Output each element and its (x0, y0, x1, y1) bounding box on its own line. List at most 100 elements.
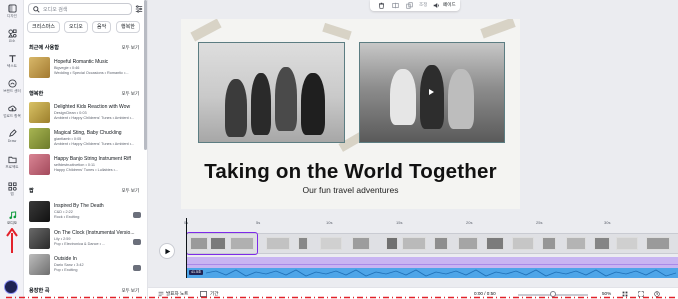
track-tags: Wedding • Special Occasions • Romantic •… (54, 71, 129, 75)
ruler-tick: 15s (396, 220, 403, 225)
rail-item-design[interactable]: 디자인 (0, 4, 24, 19)
audio-search-input[interactable]: 오디오 검색 (28, 3, 132, 15)
section-title-recent: 최근에 사용함 (29, 45, 60, 51)
ruler-tick: 5s (256, 220, 261, 225)
person-silhouette (251, 73, 271, 135)
folder-icon (7, 156, 17, 164)
clip-thumbnail (352, 237, 370, 250)
clip-thumbnail (320, 237, 342, 250)
track-item[interactable]: Magical Sting, Baby Chuckling giantlamb … (29, 128, 147, 150)
track-tags: Ambient • Happy Childrens' Tunes • Ambie… (54, 116, 135, 120)
clip-thumbnail (646, 237, 670, 250)
track-meta: giantlamb • 0:05 (54, 137, 82, 141)
section-title-epic: 용장한 곡 (29, 288, 50, 294)
brand-icon (7, 79, 17, 88)
tape-decoration (480, 19, 516, 39)
rail-item-text[interactable]: 텍스트 (0, 54, 24, 69)
track-meta: Lily • 2:59 (54, 237, 71, 241)
ruler-tick: 25s (536, 220, 543, 225)
clip-thumbnail (542, 237, 556, 250)
rail-item-brand[interactable]: 브랜드 센터 (0, 79, 24, 94)
track-item[interactable]: On The Clock (Instrumental Versio... Lil… (29, 228, 147, 250)
track-item[interactable]: Hopeful Romantic Music Bigvegie • 0:46 W… (29, 57, 147, 79)
see-all-recent[interactable]: 모두 보기 (122, 45, 139, 51)
track-title: Magical Sting, Baby Chuckling (54, 130, 122, 136)
track-tags: Ambient • Happy Childrens' Tunes • Ambie… (54, 142, 135, 146)
slide-canvas[interactable]: Taking on the World Together Our fun tra… (181, 19, 520, 209)
upload-cloud-icon (7, 105, 16, 112)
left-rail: 디자인 요소 텍스트 브랜드 센터 업로드 항목 Draw 프로젝트 앱 오디오 (0, 0, 24, 299)
audio-track-2[interactable]: 41.5초 (186, 268, 678, 278)
clip-thumbnail (386, 237, 398, 250)
chip-music[interactable]: 음악 (92, 21, 112, 33)
photo-friends-court[interactable] (359, 42, 505, 143)
fade-button[interactable]: 페이드 (443, 2, 456, 8)
see-all-epic[interactable]: 모두 보기 (122, 288, 139, 294)
chip-christmas[interactable]: 크리스마스 (27, 21, 61, 33)
play-overlay-icon[interactable] (426, 87, 436, 97)
chip-audio[interactable]: 오디오 (64, 21, 88, 33)
timeline: 0s 5s 10s 15s 20s 25s 30s (148, 216, 678, 288)
rail-item-draw[interactable]: Draw (0, 129, 24, 143)
slide-subtitle[interactable]: Our fun travel adventures (181, 185, 520, 195)
panel-scrollbar[interactable] (144, 0, 147, 150)
ruler-tick: 30s (604, 220, 611, 225)
rail-label-uploads: 업로드 항목 (3, 114, 21, 118)
playhead[interactable] (186, 218, 187, 278)
track-meta: Bigvegie • 0:46 (54, 66, 80, 70)
clip-thumbnail (298, 237, 308, 250)
filter-icon[interactable] (135, 5, 143, 13)
volume-icon[interactable] (433, 2, 440, 9)
track-title: Hopeful Romantic Music (54, 59, 109, 65)
photo-friends-sitting[interactable] (198, 42, 345, 143)
trash-icon[interactable] (378, 2, 385, 9)
section-title-pop: 팝 (29, 188, 34, 194)
clip-thumbnail (266, 237, 290, 250)
split-icon[interactable] (392, 2, 399, 9)
annotation-arrow-icon (6, 228, 18, 253)
design-icon (7, 4, 17, 13)
track-meta: selfdestructivetion • 0:11 (54, 163, 95, 167)
track-title: Outside In (54, 256, 77, 262)
rail-label-design: 디자인 (7, 14, 17, 18)
see-all-pop[interactable]: 모두 보기 (122, 188, 139, 194)
clip-thumbnail (594, 237, 610, 250)
play-button[interactable] (159, 243, 175, 259)
rail-label-text: 텍스트 (7, 64, 17, 68)
track-meta: Dario Sanz • 3:42 (54, 263, 84, 267)
rail-item-uploads[interactable]: 업로드 항목 (0, 104, 24, 119)
person-silhouette (301, 73, 325, 135)
track-tags: Rock • Exciting (54, 215, 80, 219)
rail-item-apps[interactable]: 앱 (0, 182, 24, 197)
track-thumbnail (29, 254, 50, 275)
rail-item-audio[interactable]: 오디오 (0, 211, 24, 226)
canva-editor: 디자인 요소 텍스트 브랜드 센터 업로드 항목 Draw 프로젝트 앱 오디오… (0, 0, 678, 299)
track-item[interactable]: Outside In Dario Sanz • 3:42 Pop • Excit… (29, 254, 147, 276)
elements-icon (7, 29, 17, 38)
track-item[interactable]: Inspired By The Death C&D • 2:22 Rock • … (29, 201, 147, 223)
ruler-tick: 10s (326, 220, 333, 225)
audio-panel: 오디오 검색 크리스마스 오디오 음악 행복한 최근에 사용함 모두 보기 Ho… (24, 0, 148, 299)
slide-title[interactable]: Taking on the World Together (181, 160, 520, 184)
audio-track-1[interactable] (186, 257, 678, 268)
copy-icon[interactable] (406, 2, 413, 9)
magic-assistant-button[interactable] (4, 280, 18, 294)
person-silhouette (448, 69, 474, 129)
track-item[interactable]: Delighted Kids Reaction with Wow DesignC… (29, 102, 147, 124)
selected-clip-outline[interactable] (186, 232, 258, 255)
see-all-happy[interactable]: 모두 보기 (122, 91, 139, 97)
play-icon (165, 248, 171, 255)
adjust-button[interactable]: 조정 (419, 2, 427, 8)
chip-happy[interactable]: 행복한 (116, 21, 140, 33)
track-item[interactable]: Happy Banjo String Instrument Riff selfd… (29, 154, 147, 176)
rail-item-elements[interactable]: 요소 (0, 29, 24, 44)
video-clip-track[interactable] (186, 233, 678, 254)
track-thumbnail (29, 128, 50, 149)
rail-label-elements: 요소 (8, 39, 16, 43)
pen-icon (8, 129, 17, 137)
section-title-happy: 행복한 (29, 91, 44, 97)
track-meta: C&D • 2:22 (54, 210, 73, 214)
clip-thumbnail (566, 237, 586, 250)
rail-item-projects[interactable]: 프로젝트 (0, 155, 24, 170)
track-thumbnail (29, 102, 50, 123)
